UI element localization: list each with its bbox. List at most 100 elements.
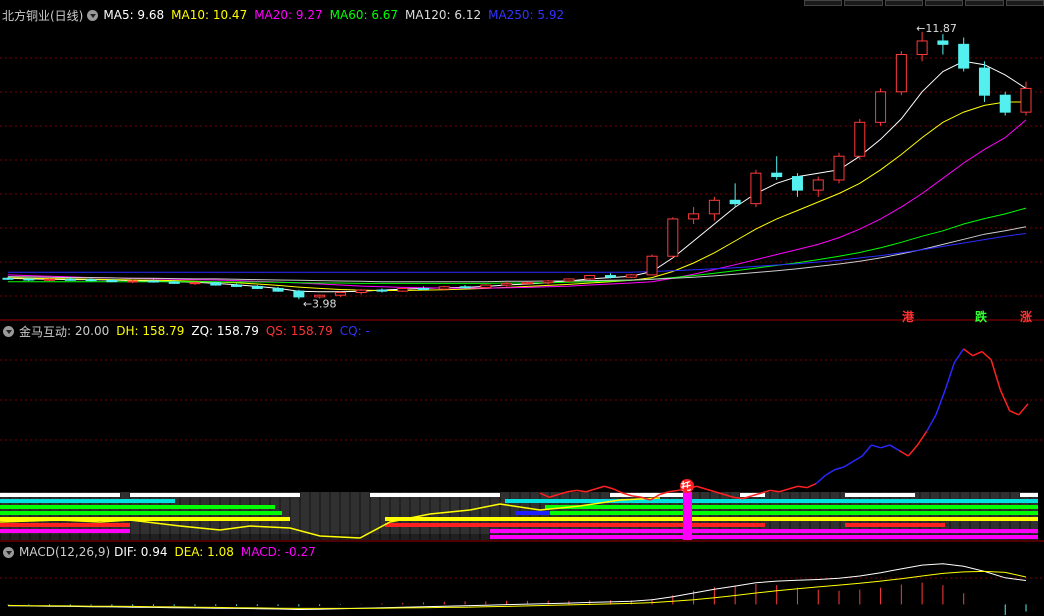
signal-bar — [683, 492, 692, 540]
dea-line — [7, 570, 1027, 609]
band-segment — [385, 517, 1038, 521]
qs-line-segment — [779, 488, 789, 493]
candle-body — [604, 275, 616, 278]
candle-body — [875, 91, 887, 123]
qs-line-segment — [788, 485, 799, 490]
candle-body — [438, 286, 450, 290]
candle-body — [376, 289, 388, 292]
qs-line-segment — [880, 444, 891, 449]
tag-zhang: 涨 — [1020, 310, 1033, 324]
candle-body — [85, 279, 97, 282]
candle-body — [584, 275, 596, 280]
qs-line-segment — [889, 444, 900, 452]
candle-body — [854, 121, 866, 157]
qs-line-segment — [834, 466, 845, 471]
band-segment — [515, 511, 550, 515]
band-segment — [0, 505, 275, 509]
candle-body — [958, 43, 970, 69]
candle-body — [812, 179, 824, 191]
macd-item: DEA: 1.08 — [174, 545, 234, 559]
ma-item: MA60: 6.67 — [329, 8, 399, 22]
band-segment — [505, 499, 1038, 503]
indicator-item: CQ: - — [339, 324, 370, 338]
qs-line-segment — [963, 348, 974, 357]
band-segment — [845, 493, 915, 497]
macd-item: DIF: 0.94 — [114, 545, 168, 559]
qs-line-segment — [585, 488, 596, 493]
candle-body — [334, 292, 346, 296]
candle-body — [293, 290, 305, 298]
qs-line-segment — [861, 444, 873, 457]
candle-body — [501, 282, 513, 286]
qs-line-segment — [843, 460, 854, 468]
tag-gang: 港 — [902, 310, 915, 324]
ma-line-ma5 — [7, 60, 1027, 293]
qs-line-segment — [770, 489, 780, 493]
qs-line-segment — [797, 485, 808, 489]
band-segment — [0, 493, 120, 497]
ma-line-ma120 — [7, 226, 1027, 283]
candle-body — [729, 199, 741, 205]
candle-body — [64, 278, 76, 281]
candle-body — [937, 40, 949, 45]
kline-header: 北方铜业(日线) MA5: 9.68 MA10: 10.47 MA20: 9.27 M… — [0, 6, 571, 24]
stock-chart[interactable]: ←11.87 ←3.98 托 — [0, 0, 1044, 616]
indicator-name: 金马互动 — [19, 324, 68, 339]
candle-body — [459, 286, 471, 289]
candle-body — [1020, 87, 1032, 113]
candle-body — [625, 274, 637, 278]
candle-body — [771, 172, 783, 178]
band-segment — [130, 493, 300, 497]
candle-body — [231, 284, 243, 287]
candle-body — [521, 282, 533, 285]
band-segment — [490, 529, 1038, 533]
band-segment — [0, 529, 130, 533]
qs-line-segment — [871, 444, 881, 449]
band-segment — [370, 493, 500, 497]
macd-header: MACD(12,26,9) DIF: 0.94 DEA: 1.08 MACD: -0… — [0, 543, 323, 561]
ma-item: MA10: 10.47 — [171, 8, 248, 22]
qs-line-segment — [935, 389, 946, 416]
macd-item: MACD: -0.27 — [240, 545, 316, 559]
candle-body — [791, 176, 803, 191]
candle-body — [418, 287, 430, 290]
qs-line-segment — [604, 485, 614, 490]
candle-body — [750, 172, 762, 205]
band-segment — [1020, 493, 1038, 497]
high-label: ←11.87 — [916, 22, 957, 35]
candle-body — [397, 287, 409, 292]
band-segment — [610, 493, 690, 497]
candle-body — [895, 54, 907, 93]
qs-line-segment — [806, 482, 817, 489]
ma-line-ma250 — [8, 233, 1027, 273]
qs-line-segment — [705, 488, 716, 493]
settings-gear-icon[interactable] — [3, 546, 14, 558]
candle-body — [210, 282, 222, 286]
candle-body — [688, 213, 700, 220]
candle-body — [251, 285, 263, 289]
indicator-legend: : 20.00 DH: 158.79 ZQ: 158.79 QS: 158.79 CQ:… — [67, 324, 377, 338]
tag-die: 跌 — [975, 310, 988, 324]
band-segment — [490, 535, 1038, 539]
qs-line-segment — [1009, 410, 1020, 416]
candle-body — [916, 40, 928, 56]
qs-line-segment — [981, 351, 992, 361]
settings-gear-icon[interactable] — [87, 9, 99, 21]
candle-body — [106, 279, 118, 283]
candle-body — [563, 278, 575, 282]
candle-body — [189, 282, 201, 285]
candle-body — [23, 278, 35, 281]
signal-marker-text: 托 — [681, 480, 691, 493]
candle-body — [2, 277, 14, 280]
band-segment — [0, 511, 282, 515]
ma-item: MA5: 9.68 — [103, 8, 165, 22]
settings-gear-icon[interactable] — [3, 325, 14, 337]
qs-line-segment — [668, 489, 679, 493]
candle-body — [708, 199, 720, 215]
indicator-item: : 20.00 — [67, 324, 110, 338]
qs-line-segment — [953, 348, 965, 364]
candle-body — [542, 280, 554, 284]
band-segment — [550, 511, 1038, 515]
candle-body — [667, 218, 679, 257]
qs-line-segment — [825, 469, 836, 476]
